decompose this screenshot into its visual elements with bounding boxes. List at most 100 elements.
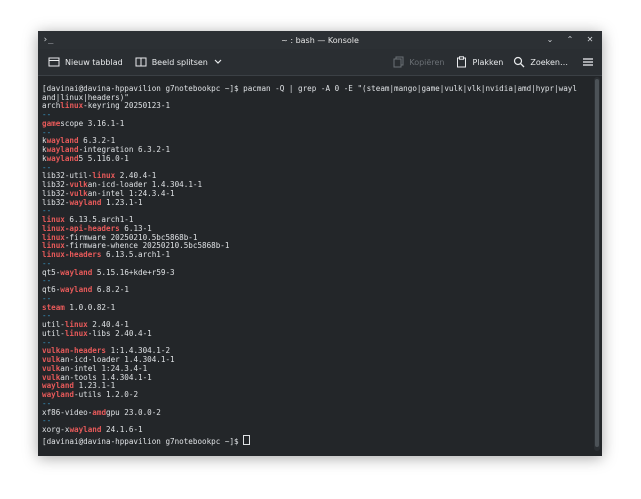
package-line: vulkan-tools 1.4.304.1-1 — [42, 372, 590, 383]
package-suffix: 6.13.5.arch1-1 — [101, 250, 171, 259]
title-bar[interactable]: ›_ ~ : bash — Konsole ⌄ ⌃ ✕ — [38, 31, 602, 49]
grep-match: vulk — [42, 372, 61, 382]
grep-match: linux — [92, 171, 116, 181]
package-suffix: 6.8.2-1 — [92, 285, 129, 294]
package-suffix: 6.13-1 — [119, 223, 152, 233]
search-button[interactable]: Zoeken… — [509, 51, 572, 73]
package-suffix: 24.1.6-1 — [101, 425, 143, 434]
grep-match: vulk — [42, 355, 61, 364]
copy-icon — [393, 56, 404, 68]
grep-match: wayland — [46, 145, 79, 154]
package-suffix: 6.3.2-1 — [78, 136, 116, 146]
package-prefix: lib32- — [42, 180, 70, 189]
package-prefix: lib32- — [42, 188, 70, 198]
paste-label: Plakken — [472, 57, 504, 67]
app-icon[interactable]: ›_ — [42, 34, 54, 46]
scrollbar-thumb[interactable] — [595, 79, 599, 447]
package-line: kwayland5 5.116.0-1 — [42, 153, 590, 164]
package-prefix: lib32-util- — [42, 171, 93, 181]
package-suffix: 5 5.116.0-1 — [78, 153, 129, 163]
new-tab-button[interactable]: Nieuw tabblad — [44, 51, 127, 73]
package-suffix: -keyring 20250123-1 — [83, 101, 171, 111]
package-suffix: scope 3.16.1-1 — [60, 118, 125, 128]
konsole-window: ›_ ~ : bash — Konsole ⌄ ⌃ ✕ Nieuw tabbla… — [38, 31, 602, 456]
package-suffix: 1:1.4.304.1-2 — [106, 346, 171, 356]
package-suffix: -firmware 20250210.5bc5868b-1 — [64, 232, 198, 242]
package-suffix: 1.23.1-1 — [101, 197, 143, 207]
separator-line: -- — [42, 293, 52, 303]
grep-match: linux — [64, 320, 88, 329]
search-label: Zoeken… — [530, 57, 568, 67]
package-line: xf86-video-amdgpu 23.0.0-2 — [42, 407, 590, 418]
grep-match: linux-headers — [42, 250, 102, 259]
chevron-down-icon[interactable] — [213, 58, 223, 66]
package-line: steam 1.0.0.82-1 — [42, 302, 590, 313]
search-icon — [514, 56, 525, 68]
grep-match: linux — [42, 241, 65, 251]
package-suffix: an-icd-loader 1.4.304.1-1 — [60, 355, 175, 364]
prompt-line: [davinai@davina-hppavilion g7notebookpc … — [42, 434, 590, 447]
prompt: [davinai@davina-hppavilion g7notebookpc … — [42, 436, 244, 446]
package-line: archlinux-keyring 20250123-1 — [42, 101, 590, 111]
grep-match: wayland — [42, 381, 75, 391]
package-prefix: qt5- — [42, 267, 61, 277]
split-view-label: Beeld splitsen — [151, 57, 208, 67]
package-suffix: an-icd-loader 1.4.304.1-1 — [87, 180, 203, 189]
grep-match: vulkan-headers — [42, 346, 107, 356]
grep-match: linux — [42, 232, 65, 242]
new-tab-icon — [48, 57, 60, 67]
package-suffix: an-tools 1.4.304.1-1 — [60, 372, 152, 382]
package-suffix: 2.40.4-1 — [87, 320, 129, 329]
package-line: qt5-wayland 5.15.16+kde+r59-3 — [42, 267, 590, 278]
toolbar: Nieuw tabblad Beeld splitsen Kopiëren Pl… — [38, 49, 602, 76]
close-icon[interactable]: ✕ — [584, 33, 596, 47]
package-prefix: util- — [42, 328, 65, 338]
split-view-button[interactable]: Beeld splitsen — [131, 51, 227, 73]
text-cursor — [243, 434, 251, 445]
grep-match: wayland — [60, 267, 93, 277]
split-view-icon — [135, 57, 147, 67]
package-suffix: 2.40.4-1 — [115, 171, 157, 181]
package-suffix: gpu 23.0.0-2 — [106, 407, 161, 417]
grep-match: vulk — [42, 363, 61, 373]
output-lines: archlinux-keyring 20250123-1 -- gamescope … — [42, 101, 590, 435]
hamburger-menu-icon — [583, 58, 593, 66]
package-suffix: 1.0.0.82-1 — [64, 302, 116, 312]
grep-match: linux-api-headers — [42, 223, 120, 233]
package-prefix: qt6- — [42, 285, 61, 294]
grep-match: wayland — [69, 425, 102, 434]
grep-match: wayland — [60, 285, 93, 294]
grep-match: linux — [64, 328, 88, 338]
grep-match: linux — [60, 101, 84, 111]
package-line: util-linux-libs 2.40.4-1 — [42, 328, 590, 339]
minimize-icon[interactable]: ⌄ — [544, 33, 556, 47]
package-suffix: -integration 6.3.2-1 — [78, 145, 171, 154]
package-prefix: util- — [42, 320, 65, 329]
paste-icon — [457, 56, 467, 68]
package-suffix: 6.13.5.arch1-1 — [64, 215, 134, 224]
package-line: linux-headers 6.13.5.arch1-1 — [42, 250, 590, 260]
package-suffix: -firmware-whence 20250210.5bc5868b-1 — [64, 241, 230, 251]
grep-match: vulk — [69, 180, 88, 189]
package-suffix: 1.23.1-1 — [74, 381, 116, 391]
scrollbar[interactable] — [594, 77, 600, 451]
copy-button[interactable]: Kopiëren — [389, 51, 448, 73]
grep-match: wayland — [69, 197, 102, 207]
package-suffix: -utils 1.2.0-2 — [74, 390, 139, 399]
paste-button[interactable]: Plakken — [452, 51, 507, 73]
grep-match: wayland — [46, 136, 79, 146]
package-prefix: xorg-x — [42, 425, 70, 434]
maximize-icon[interactable]: ⌃ — [564, 33, 576, 47]
menu-button[interactable] — [578, 51, 598, 73]
grep-match: game — [42, 118, 61, 128]
package-line: gamescope 3.16.1-1 — [42, 118, 590, 129]
package-line: qt6-wayland 6.8.2-1 — [42, 285, 590, 295]
separator-line: -- — [42, 127, 52, 137]
package-suffix: an-intel 1:24.3.4-1 — [87, 188, 175, 198]
package-suffix: 5.15.16+kde+r59-3 — [92, 267, 175, 277]
grep-match: wayland — [46, 153, 79, 163]
copy-label: Kopiëren — [409, 57, 445, 67]
package-prefix: xf86-video- — [42, 407, 93, 417]
terminal-output[interactable]: [davinai@davina-hppavilion g7notebookpc … — [42, 76, 590, 452]
package-prefix: arch — [42, 101, 61, 111]
